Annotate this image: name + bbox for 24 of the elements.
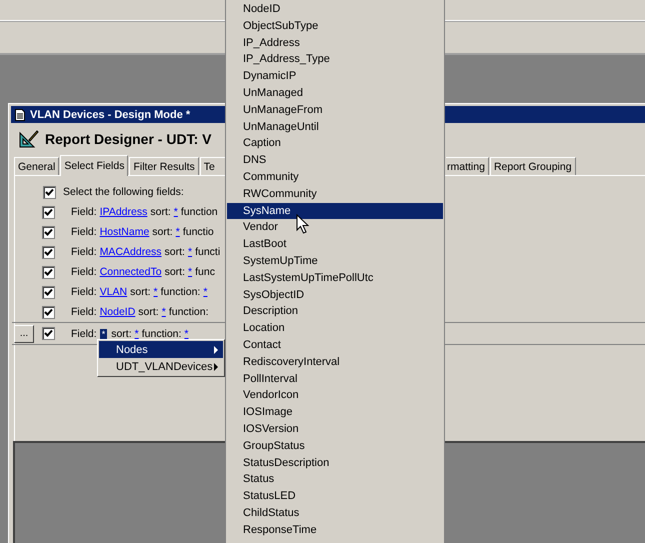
field-label: Field:	[71, 306, 97, 318]
select-all-label: Select the following fields:	[63, 186, 184, 198]
sort-label: sort:	[130, 286, 151, 298]
function-label: functio	[182, 226, 214, 238]
function-label: function:	[160, 286, 200, 298]
sort-label: sort:	[138, 306, 159, 318]
sort-label: sort:	[164, 266, 185, 278]
field-label: Field:	[71, 206, 97, 218]
sort-label: sort:	[164, 246, 185, 258]
field-label: Field:	[71, 266, 97, 278]
function-label: function:	[142, 328, 182, 340]
sort-label: sort:	[150, 206, 171, 218]
function-label: functi	[195, 246, 220, 258]
field-label: Field:	[71, 226, 97, 238]
function-label: func	[195, 266, 215, 278]
sort-label: sort:	[111, 328, 132, 340]
function-label: function	[180, 206, 218, 218]
field-label: Field:	[71, 246, 97, 258]
function-label: function:	[168, 306, 209, 318]
field-label: Field:	[71, 286, 97, 298]
sort-label: sort:	[152, 226, 173, 238]
designer-title: Report Designer - UDT: V	[45, 131, 212, 147]
field-label: Field:	[71, 328, 97, 340]
window-title: VLAN Devices - Design Mode *	[30, 108, 190, 120]
